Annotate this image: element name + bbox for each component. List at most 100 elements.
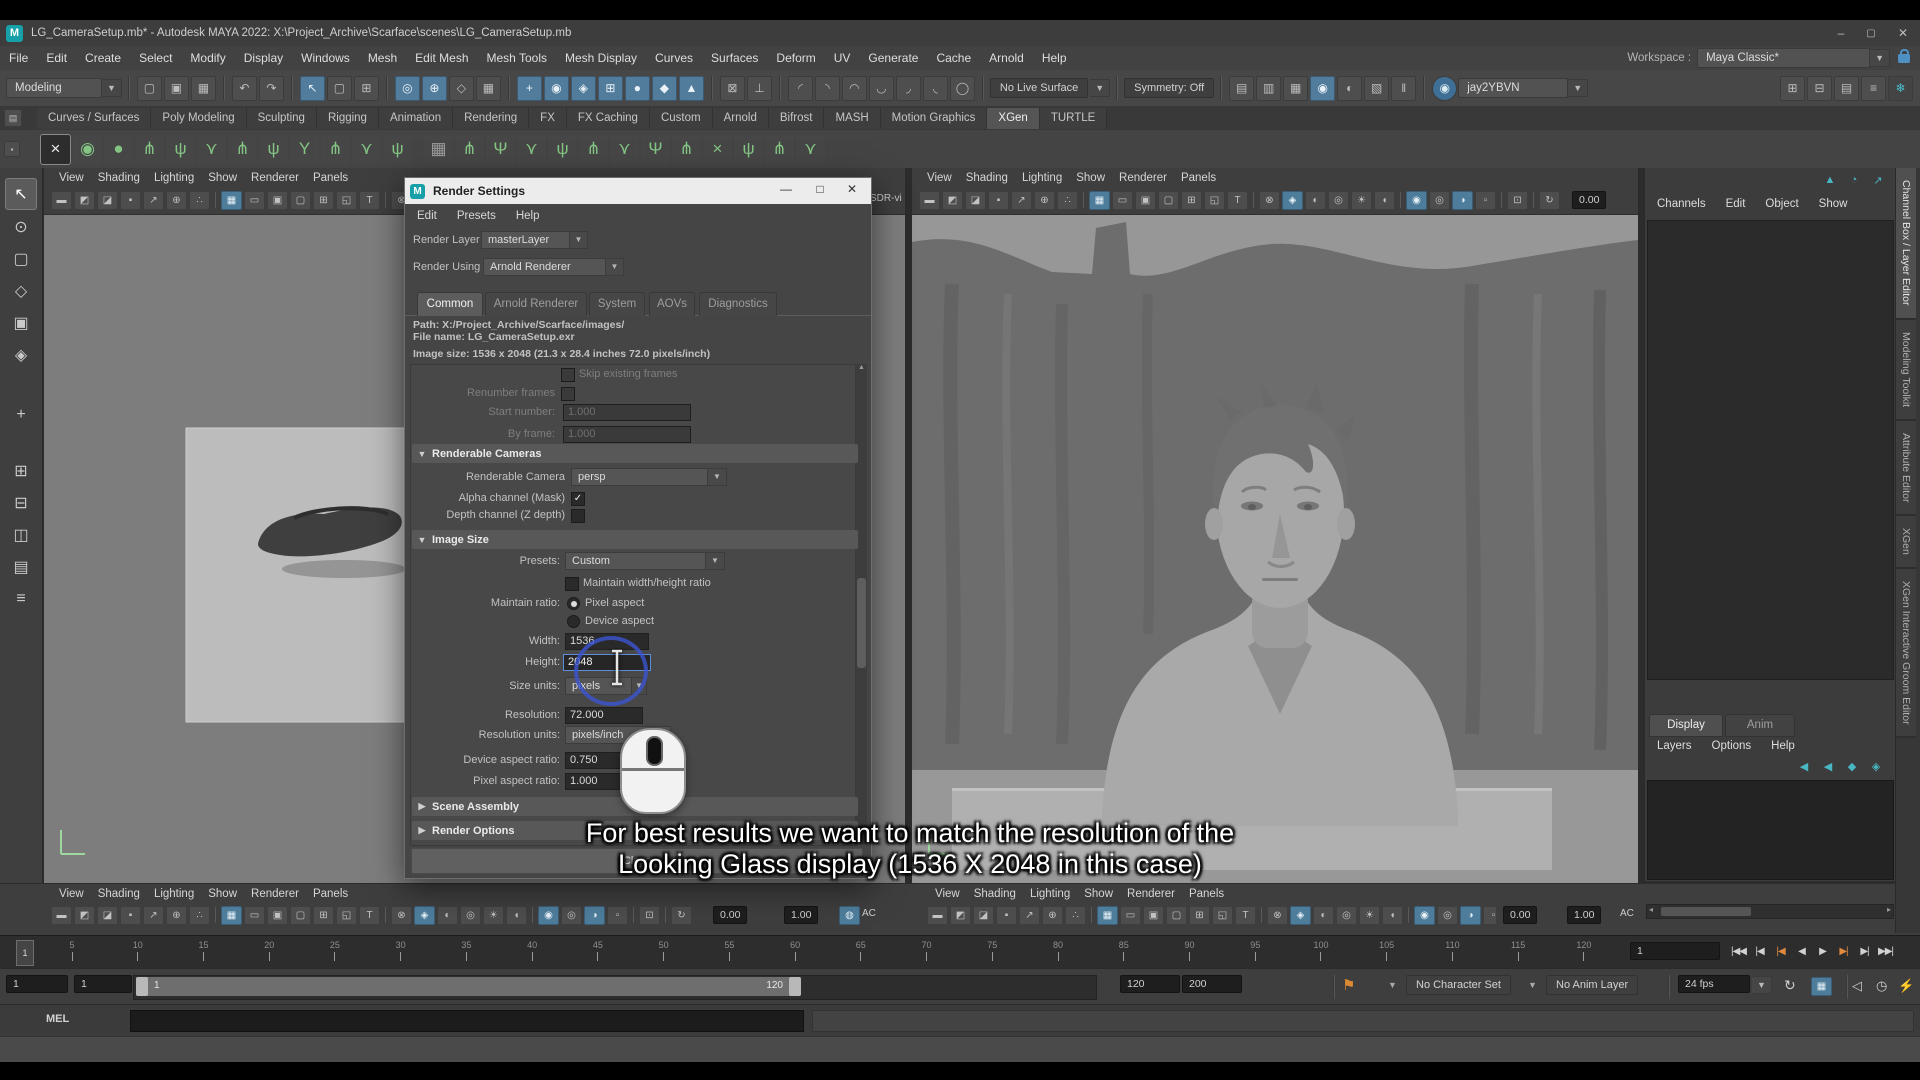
viewport-icon[interactable]: ⊡ bbox=[1507, 191, 1528, 210]
evaluation-mode-icon[interactable]: ⚡ bbox=[1898, 978, 1914, 994]
viewport-icon[interactable]: ◪ bbox=[973, 906, 994, 925]
mel-label[interactable]: MEL bbox=[46, 1013, 69, 1025]
shelf-tool-icon[interactable]: ⋎ bbox=[517, 135, 546, 164]
viewport-icon[interactable]: ▣ bbox=[1135, 191, 1156, 210]
sidebar-vertical-tab[interactable]: XGen bbox=[1896, 516, 1916, 569]
rs-tab-diagnostics[interactable]: Diagnostics bbox=[699, 292, 777, 316]
current-time-marker[interactable]: 1 bbox=[16, 940, 34, 966]
viewport-icon[interactable]: ⊡ bbox=[639, 906, 660, 925]
viewport-icon[interactable]: ◎ bbox=[1429, 191, 1450, 210]
viewport-menu-item[interactable]: Show bbox=[1069, 170, 1112, 187]
shelf-tool-icon[interactable]: ψ bbox=[259, 135, 288, 164]
layer-list-area[interactable] bbox=[1647, 780, 1894, 880]
menu-item[interactable]: Arnold bbox=[980, 46, 1033, 70]
menu-item[interactable]: Mesh bbox=[359, 46, 406, 70]
shelf-tab[interactable]: MASH bbox=[824, 108, 880, 129]
sidebar-vertical-tab[interactable]: Channel Box / Layer Editor bbox=[1896, 168, 1916, 320]
viewport-icon[interactable]: ⊕ bbox=[1042, 906, 1063, 925]
viewport-icon[interactable]: ↗ bbox=[1019, 906, 1040, 925]
viewport-icon[interactable] bbox=[1533, 192, 1534, 208]
viewport-menu-item[interactable]: View bbox=[52, 170, 91, 187]
layout-icon[interactable]: ⊟ bbox=[1807, 76, 1832, 101]
shelf-tool-icon[interactable] bbox=[414, 135, 422, 164]
snap-icon[interactable]: ▦ bbox=[476, 76, 501, 101]
shelf-tool-icon[interactable]: ψ bbox=[548, 135, 577, 164]
alpha-channel-checkbox[interactable]: ✓ bbox=[571, 492, 585, 506]
layer-action-icon[interactable]: ◈ bbox=[1867, 758, 1885, 774]
mel-command-input[interactable] bbox=[130, 1010, 804, 1032]
range-start-handle[interactable] bbox=[136, 977, 148, 996]
render-layer-arrow[interactable]: ▼ bbox=[569, 231, 588, 249]
viewport-menu-item[interactable]: Shading bbox=[959, 170, 1015, 187]
layout-icon[interactable]: ⊞ bbox=[1780, 76, 1805, 101]
file-op-icon[interactable]: ▦ bbox=[191, 76, 216, 101]
modeling-toggle-icon[interactable]: ▲ bbox=[679, 76, 704, 101]
tool-icon[interactable]: ⊙ bbox=[6, 212, 36, 242]
viewport-icon[interactable]: ▣ bbox=[1143, 906, 1164, 925]
rs-minimize-button[interactable]: — bbox=[773, 182, 799, 196]
render-settings-titlebar[interactable]: M Render Settings — □ ✕ bbox=[405, 178, 871, 204]
viewport-icon[interactable]: ☀ bbox=[1359, 906, 1380, 925]
viewport-icon[interactable]: T bbox=[1235, 906, 1256, 925]
viewport-icon[interactable]: ∴ bbox=[189, 191, 210, 210]
shelf-tab[interactable]: Curves / Surfaces bbox=[37, 108, 151, 129]
menu-item[interactable]: Help bbox=[1033, 46, 1076, 70]
viewport-menu-item[interactable]: Panels bbox=[1174, 170, 1223, 187]
tool-icon[interactable]: ↖ bbox=[5, 178, 37, 210]
viewport-icon[interactable]: ◱ bbox=[1212, 906, 1233, 925]
viewport-menu-item[interactable]: View bbox=[928, 886, 967, 903]
viewport-menu-item[interactable]: Show bbox=[1077, 886, 1120, 903]
viewport-menu-item[interactable]: Panels bbox=[1182, 886, 1231, 903]
viewport-icon[interactable]: ◉ bbox=[1406, 191, 1427, 210]
viewport-icon[interactable]: ◩ bbox=[942, 191, 963, 210]
viewport-icon[interactable]: ⊕ bbox=[166, 906, 187, 925]
channel-menu-item[interactable]: Object bbox=[1755, 194, 1808, 214]
playback-button[interactable]: ▶ bbox=[1812, 941, 1833, 962]
viewport-icon[interactable]: ◪ bbox=[965, 191, 986, 210]
depth-channel-checkbox[interactable] bbox=[571, 509, 585, 523]
sidebar-vertical-tab[interactable]: Modeling Toolkit bbox=[1896, 320, 1916, 421]
menu-item[interactable]: Curves bbox=[646, 46, 702, 70]
menu-set-dropdown[interactable]: Modeling bbox=[6, 78, 102, 98]
viewport-icon[interactable]: ◪ bbox=[97, 191, 118, 210]
viewport-icon[interactable]: ▢ bbox=[290, 906, 311, 925]
shelf-tool-icon[interactable]: ⋔ bbox=[455, 135, 484, 164]
range-slider-track[interactable]: 1 120 bbox=[133, 975, 1097, 1000]
lock-icon[interactable] bbox=[1898, 54, 1910, 63]
viewport-icon[interactable]: ◎ bbox=[1328, 191, 1349, 210]
shelf-tab[interactable]: FX Caching bbox=[567, 108, 650, 129]
selection-mode-icon[interactable]: ▢ bbox=[327, 76, 352, 101]
minimize-button[interactable]: – bbox=[1826, 26, 1856, 40]
render-icon[interactable]: ‖ bbox=[1391, 76, 1416, 101]
modeling-toggle-icon[interactable]: ◉ bbox=[544, 76, 569, 101]
viewport-icon[interactable] bbox=[1253, 192, 1254, 208]
layer-action-icon[interactable]: ◀ bbox=[1819, 758, 1837, 774]
shelf-tool-icon[interactable]: Ψ bbox=[486, 135, 515, 164]
viewport-menu-item[interactable]: Show bbox=[201, 886, 244, 903]
anim-end-field[interactable]: 200 bbox=[1182, 975, 1242, 993]
playback-loop-icon[interactable]: ↻ bbox=[1784, 977, 1796, 994]
viewport-icon[interactable]: ☀ bbox=[1351, 191, 1372, 210]
workspace-dropdown-arrow[interactable]: ▼ bbox=[1870, 49, 1890, 67]
by-frame-field[interactable]: 1.000 bbox=[563, 426, 691, 443]
shelf-tool-icon[interactable]: ⋔ bbox=[228, 135, 257, 164]
layer-menu-item[interactable]: Help bbox=[1761, 736, 1805, 756]
render-icon[interactable]: ▦ bbox=[1283, 76, 1308, 101]
viewport-icon[interactable]: ◎ bbox=[1336, 906, 1357, 925]
curve-icon[interactable]: ◡ bbox=[869, 76, 894, 101]
image-size-section[interactable]: ▼ Image Size bbox=[412, 530, 858, 549]
channel-header-icon[interactable]: ↗ bbox=[1869, 172, 1887, 188]
curve-icon[interactable]: ◟ bbox=[923, 76, 948, 101]
viewport-icon[interactable]: ∴ bbox=[189, 906, 210, 925]
viewport-icon[interactable]: ▢ bbox=[290, 191, 311, 210]
viewport-icon[interactable]: ◩ bbox=[74, 906, 95, 925]
viewport-menu-item[interactable]: Shading bbox=[91, 170, 147, 187]
viewport-icon[interactable]: ▦ bbox=[1089, 191, 1110, 210]
shelf-tab[interactable]: XGen bbox=[987, 108, 1039, 129]
viewport-icon[interactable]: ◱ bbox=[336, 906, 357, 925]
viewport-icon[interactable]: ↗ bbox=[1011, 191, 1032, 210]
rs-tab-system[interactable]: System bbox=[589, 292, 645, 316]
tool-icon[interactable]: ▣ bbox=[6, 308, 36, 338]
viewport-icon[interactable] bbox=[385, 192, 386, 208]
presets-arrow[interactable]: ▼ bbox=[705, 552, 725, 570]
